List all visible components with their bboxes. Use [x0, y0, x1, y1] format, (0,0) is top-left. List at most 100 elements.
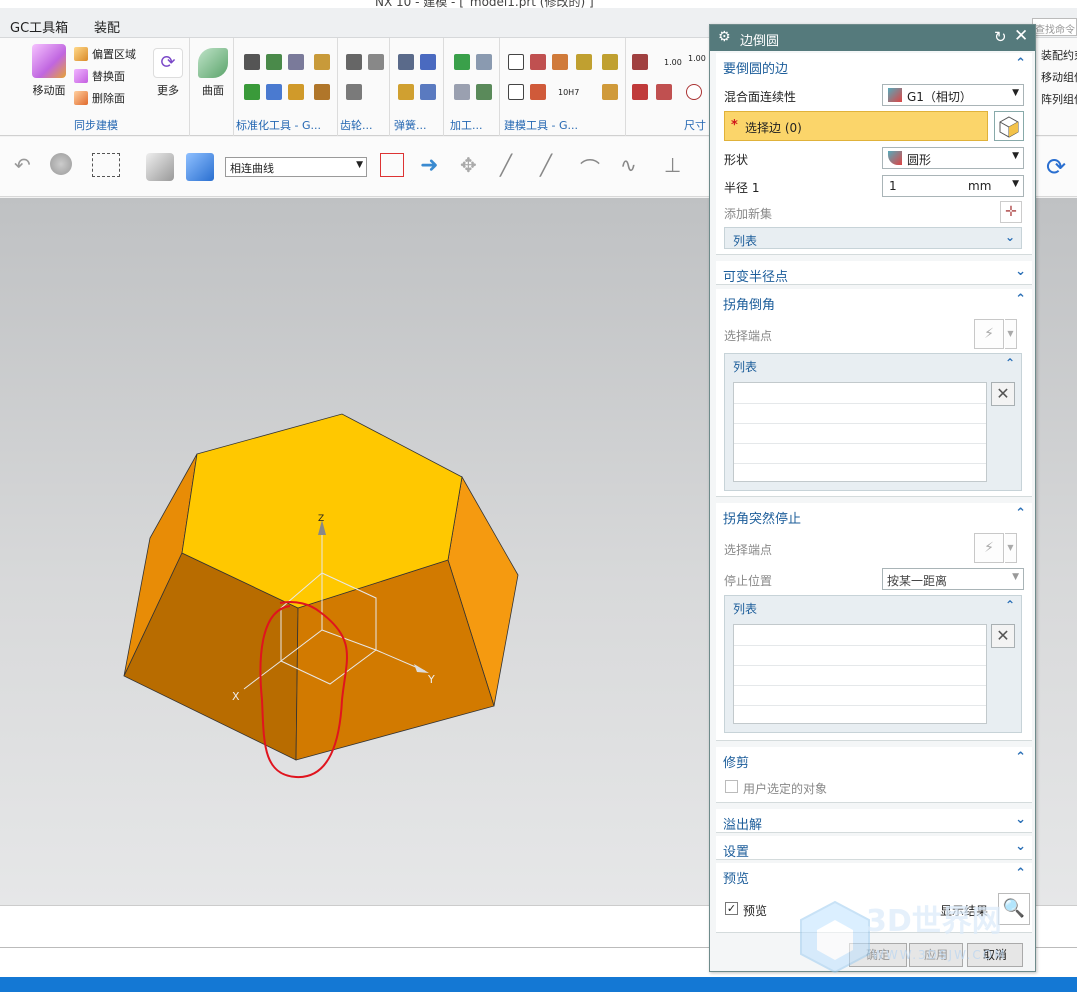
spring-tool-icon-2[interactable]	[420, 54, 436, 70]
move-face-label: 移动面	[32, 84, 66, 97]
section-overflow-header[interactable]: 溢出解 ⌄	[716, 809, 1032, 833]
face-filter-icon[interactable]	[146, 153, 174, 181]
surface-button[interactable]: 曲面	[194, 48, 232, 98]
axis-y-label: Y	[427, 673, 435, 686]
modeling-tool-icon-2[interactable]	[530, 54, 546, 70]
show-result-magnifier-icon[interactable]: 🔍	[998, 893, 1030, 925]
cube-view-icon[interactable]	[186, 153, 214, 181]
dim-value-2-button[interactable]: 1.00	[688, 54, 706, 63]
refresh-view-icon[interactable]: ⟳	[1046, 153, 1074, 181]
menu-gc-toolbox[interactable]: GC工具箱	[10, 17, 68, 36]
section-settings-header[interactable]: 设置 ⌄	[716, 836, 1032, 860]
close-icon[interactable]: ✕	[1014, 26, 1028, 46]
line-point-icon[interactable]: ╱	[540, 153, 568, 181]
section-edges-label: 要倒圆的边	[723, 62, 789, 77]
stop-list[interactable]	[733, 624, 987, 724]
remove-setback-button[interactable]: ✕	[991, 382, 1015, 406]
edges-list-header[interactable]: 列表 ⌄	[724, 227, 1022, 249]
endpoint-select-icon[interactable]: ⚡	[974, 319, 1004, 349]
std-tool-icon-5[interactable]	[244, 84, 260, 100]
fit-10h7-button[interactable]: 10H7	[558, 88, 579, 97]
endpoint-2-select-icon[interactable]: ⚡	[974, 533, 1004, 563]
curve-icon[interactable]: ⌒	[580, 153, 608, 181]
arrow-right-icon[interactable]: ➜	[420, 153, 448, 181]
std-tool-icon-2[interactable]	[266, 54, 282, 70]
diameter-icon[interactable]	[686, 84, 702, 100]
offset-region-button[interactable]: 偏置区域	[74, 46, 136, 62]
std-tool-icon-7[interactable]	[288, 84, 304, 100]
add-new-set-button[interactable]: ✛	[1000, 201, 1022, 223]
chevron-up-icon[interactable]: ⌃	[1005, 356, 1015, 370]
move-handle-icon[interactable]: ✥	[460, 153, 488, 181]
select-edge-row[interactable]: * 选择边 (0)	[724, 111, 988, 141]
undo-icon[interactable]: ↶	[14, 153, 42, 181]
selection-rectangle-icon[interactable]	[92, 153, 120, 177]
spring-tool-icon-4[interactable]	[420, 84, 436, 100]
remove-stop-button[interactable]: ✕	[991, 624, 1015, 648]
spring-tool-icon-3[interactable]	[398, 84, 414, 100]
user-selected-objects-checkbox[interactable]	[725, 780, 738, 793]
taskbar	[0, 977, 1077, 992]
gear-icon[interactable]: ⚙	[718, 29, 731, 45]
reset-icon[interactable]: ↻	[994, 28, 1007, 46]
machining-tool-icon-1[interactable]	[454, 54, 470, 70]
move-component-button[interactable]: 移动组件	[1041, 69, 1077, 85]
gear-tool-icon-2[interactable]	[368, 54, 384, 70]
std-tool-icon-6[interactable]	[266, 84, 282, 100]
chevron-up-icon[interactable]: ⌃	[1005, 598, 1015, 612]
command-search-input[interactable]: 查找命令	[1032, 18, 1077, 36]
more-button[interactable]: ⟳ 更多	[150, 48, 186, 98]
machining-tool-icon-4[interactable]	[476, 84, 492, 100]
dim-tool-icon-1[interactable]	[632, 54, 648, 70]
section-variable-radius-header[interactable]: 可变半径点 ⌄	[716, 261, 1032, 285]
delete-face-button[interactable]: 删除面	[74, 90, 125, 106]
std-tool-icon-1[interactable]	[244, 54, 260, 70]
std-tool-icon-8[interactable]	[314, 84, 330, 100]
curve-rule-select[interactable]: 相连曲线 ▼	[225, 157, 367, 177]
gear-tool-icon-3[interactable]	[346, 84, 362, 100]
section-trim-header[interactable]: 修剪 ⌃	[716, 747, 1032, 771]
dim-tool-icon-4[interactable]	[632, 84, 648, 100]
dim-value-1-button[interactable]: 1.00	[664, 58, 682, 67]
machining-tool-icon-3[interactable]	[454, 84, 470, 100]
spline-icon[interactable]: ∿	[620, 153, 648, 181]
modeling-tool-icon-5[interactable]	[508, 84, 524, 100]
chevron-down-icon[interactable]: ▼	[1005, 319, 1017, 349]
curve-select-icon[interactable]	[380, 153, 404, 177]
shape-select[interactable]: 圆形 ▼	[882, 147, 1024, 169]
section-corner-setback: 拐角倒角 ⌃ 选择端点 ⚡ ▼ 列表 ⌃ ✕	[716, 289, 1032, 497]
replace-face-button[interactable]: 替换面	[74, 68, 125, 84]
preview-checkbox[interactable]: ✓	[725, 902, 738, 915]
setback-list[interactable]	[733, 382, 987, 482]
section-edges-header[interactable]: 要倒圆的边 ⌃	[716, 53, 1032, 77]
menu-assembly[interactable]: 装配	[94, 17, 120, 36]
modeling-tool-icon-3[interactable]	[552, 54, 568, 70]
std-tool-icon-3[interactable]	[288, 54, 304, 70]
radius-input[interactable]: 1 mm ▼	[882, 175, 1024, 197]
modeling-tool-icon-6[interactable]	[530, 84, 546, 100]
triangle-icon[interactable]	[508, 54, 524, 70]
intersection-icon[interactable]: ⊥	[664, 153, 692, 181]
stop-position-select[interactable]: 按某一距离 ▼	[882, 568, 1024, 590]
line-icon[interactable]: ╱	[500, 153, 528, 181]
machining-tool-icon-2[interactable]	[476, 54, 492, 70]
modeling-tool-icon-4[interactable]	[576, 54, 592, 70]
pattern-component-button[interactable]: 阵列组件	[1041, 91, 1077, 107]
move-face-button[interactable]: 移动面	[26, 44, 72, 98]
select-edge-cube-button[interactable]	[994, 111, 1024, 141]
assembly-constraint-button[interactable]: 装配约束	[1041, 47, 1077, 63]
dim-tool-icon-5[interactable]	[656, 84, 672, 100]
section-corner-setback-header[interactable]: 拐角倒角 ⌃	[716, 289, 1032, 313]
modeling-tool-icon-8[interactable]	[602, 54, 618, 70]
section-stop-short-header[interactable]: 拐角突然停止 ⌃	[716, 503, 1032, 527]
dialog-title: 边倒圆	[740, 34, 780, 49]
gear-tool-icon-1[interactable]	[346, 54, 362, 70]
snap-icon[interactable]	[50, 153, 72, 175]
modeling-tool-icon-9[interactable]	[602, 84, 618, 100]
std-tool-icon-4[interactable]	[314, 54, 330, 70]
spring-tool-icon-1[interactable]	[398, 54, 414, 70]
chevron-down-icon[interactable]: ▼	[1005, 533, 1017, 563]
section-preview-header[interactable]: 预览 ⌃	[716, 863, 1032, 887]
dialog-title-bar[interactable]: ⚙ 边倒圆 ↻ ✕	[710, 25, 1035, 51]
blend-continuity-select[interactable]: G1（相切） ▼	[882, 84, 1024, 106]
